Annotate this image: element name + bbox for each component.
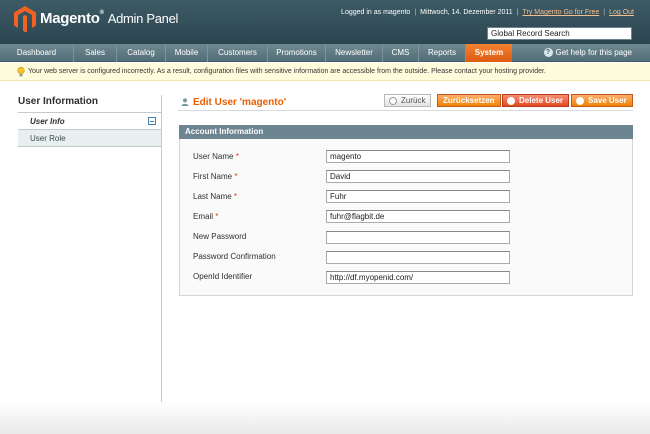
logged-in-text: Logged in as magento <box>341 9 411 16</box>
brand-title: Magento® Admin Panel <box>40 10 179 27</box>
first-name-input[interactable]: David <box>326 170 510 183</box>
nav-reports[interactable]: Reports <box>419 44 466 62</box>
try-magento-go-link[interactable]: Try Magento Go for Free <box>522 9 599 16</box>
tab-user-role[interactable]: User Role <box>18 130 161 147</box>
last-name-input[interactable]: Fuhr <box>326 190 510 203</box>
openid-identifier-label: OpenId Identifier <box>193 272 253 281</box>
back-button[interactable]: Zurück <box>384 94 432 107</box>
system-message: Your web server is configured incorrectl… <box>0 63 650 81</box>
current-date: Mittwoch, 14. Dezember 2011 <box>420 9 513 16</box>
openid-identifier-input[interactable]: http://df.myopenid.com/ <box>326 271 510 284</box>
help-icon: ? <box>543 48 553 58</box>
nav-system[interactable]: System <box>466 44 512 62</box>
email-input[interactable]: fuhr@flagbit.de <box>326 210 510 223</box>
delete-user-button[interactable]: Delete User <box>502 94 570 107</box>
sidebar-tabs: User Info User Role <box>18 112 161 147</box>
system-message-text: Your web server is configured incorrectl… <box>28 68 546 75</box>
nav-customers[interactable]: Customers <box>208 44 268 62</box>
email-label: Email * <box>193 212 219 221</box>
save-check-icon <box>576 97 584 105</box>
header-bar: Magento® Admin Panel Logged in as magento… <box>0 0 650 44</box>
global-search-input[interactable]: Global Record Search <box>487 27 632 40</box>
nav-sales[interactable]: Sales <box>74 44 117 62</box>
nav-mobile[interactable]: Mobile <box>166 44 208 62</box>
password-confirmation-input[interactable] <box>326 251 510 264</box>
delete-icon <box>507 97 515 105</box>
save-user-button[interactable]: Save User <box>571 94 633 107</box>
fieldset-title: Account Information <box>179 125 633 139</box>
user-name-input[interactable]: magento <box>326 150 510 163</box>
tab-user-info[interactable]: User Info <box>18 113 161 130</box>
help-link[interactable]: ? Get help for this page <box>543 44 632 62</box>
collapse-icon[interactable] <box>148 117 156 125</box>
nav-catalog[interactable]: Catalog <box>117 44 166 62</box>
top-links: Logged in as magento | Mittwoch, 14. Dezem… <box>341 9 634 16</box>
reset-button[interactable]: Zurücksetzen <box>437 94 501 107</box>
user-name-label: User Name * <box>193 152 239 161</box>
page-title: Edit User 'magento' <box>193 97 287 108</box>
nav-cms[interactable]: CMS <box>383 44 419 62</box>
new-password-label: New Password <box>193 232 247 241</box>
nav-promotions[interactable]: Promotions <box>268 44 326 62</box>
lightbulb-icon <box>17 67 25 77</box>
magento-logo-icon[interactable] <box>14 6 36 32</box>
footer-area <box>0 402 650 434</box>
back-arrow-icon <box>389 97 397 105</box>
sidebar-title: User Information <box>18 96 99 107</box>
first-name-label: First Name * <box>193 172 238 181</box>
new-password-input[interactable] <box>326 231 510 244</box>
title-divider <box>178 110 633 111</box>
last-name-label: Last Name * <box>193 192 238 201</box>
logout-link[interactable]: Log Out <box>609 9 634 16</box>
nav-newsletter[interactable]: Newsletter <box>326 44 383 62</box>
edit-user-icon <box>181 98 189 106</box>
nav-dashboard[interactable]: Dashboard <box>0 44 74 62</box>
sidebar-divider <box>161 95 162 406</box>
password-confirmation-label: Password Confirmation <box>193 252 276 261</box>
